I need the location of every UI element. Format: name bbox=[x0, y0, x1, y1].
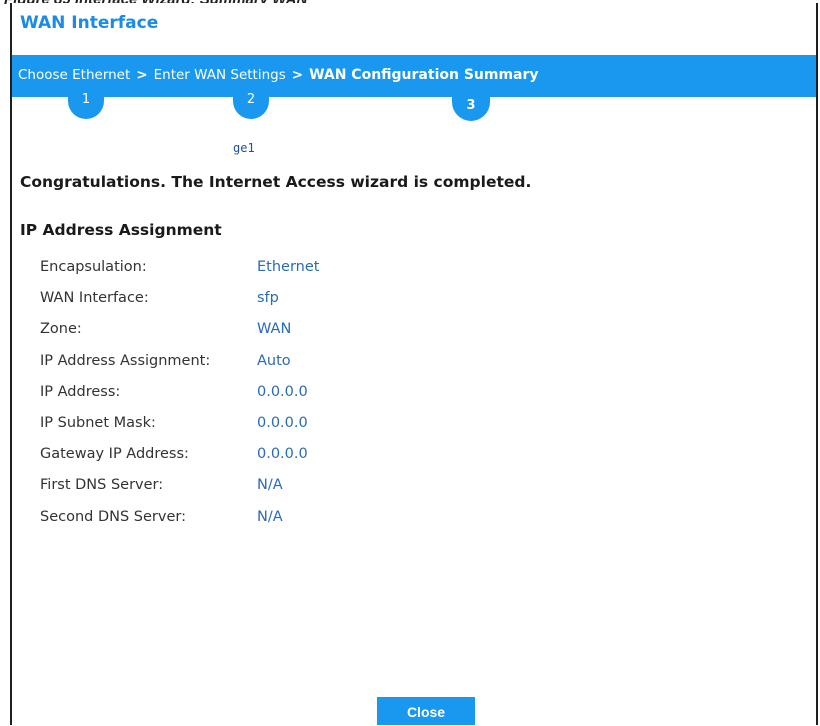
field-value: sfp bbox=[257, 290, 279, 307]
step-wan-configuration-summary: WAN Configuration Summary bbox=[309, 67, 539, 83]
field-value: N/A bbox=[257, 477, 283, 494]
field-label: Zone: bbox=[40, 321, 82, 338]
field-value: Ethernet bbox=[257, 259, 320, 275]
wan-interface-dialog: WAN Interface Choose Ethernet > Enter WAN … bbox=[10, 3, 818, 725]
field-value: WAN bbox=[257, 321, 292, 338]
step-choose-ethernet[interactable]: Choose Ethernet bbox=[18, 67, 130, 83]
field-label: IP Subnet Mask: bbox=[40, 414, 156, 431]
field-value: 0.0.0.0 bbox=[257, 414, 308, 431]
dialog-title: WAN Interface bbox=[20, 13, 159, 33]
field-label: IP Address: bbox=[40, 383, 121, 400]
completion-message: Congratulations. The Internet Access wiz… bbox=[20, 173, 532, 191]
wizard-step-bar: Choose Ethernet > Enter WAN Settings > WAN C… bbox=[12, 55, 816, 97]
field-value: Auto bbox=[257, 352, 291, 369]
field-label: Encapsulation: bbox=[40, 259, 147, 275]
field-label: Second DNS Server: bbox=[40, 508, 186, 525]
field-value: 0.0.0.0 bbox=[257, 446, 308, 463]
breadcrumb: Choose Ethernet > Enter WAN Settings > WAN C… bbox=[18, 67, 539, 83]
field-value: N/A bbox=[257, 508, 283, 525]
field-value: 0.0.0.0 bbox=[257, 383, 308, 400]
field-label: WAN Interface: bbox=[40, 290, 149, 307]
step-number-1: 1 bbox=[68, 89, 104, 119]
step-number-2: 2 bbox=[233, 89, 269, 119]
close-button[interactable]: Close bbox=[377, 697, 475, 725]
field-label: IP Address Assignment: bbox=[40, 352, 211, 369]
section-title: IP Address Assignment bbox=[20, 221, 222, 239]
interface-name: ge1 bbox=[233, 141, 255, 155]
field-label: First DNS Server: bbox=[40, 477, 164, 494]
chevron-right-icon: > bbox=[136, 67, 148, 83]
step-number-3: 3 bbox=[452, 91, 490, 121]
step-enter-wan-settings[interactable]: Enter WAN Settings bbox=[154, 67, 286, 83]
field-label: Gateway IP Address: bbox=[40, 446, 189, 463]
chevron-right-icon: > bbox=[291, 67, 304, 83]
